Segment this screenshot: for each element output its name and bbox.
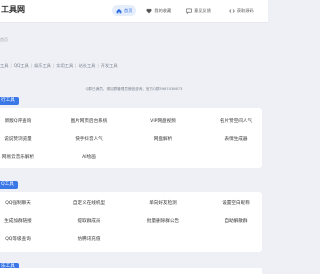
tool-item[interactable]: VIP网盘视频 (150, 118, 176, 124)
tool-panel-fun (0, 268, 262, 274)
tool-item[interactable]: 单向好友检测 (149, 200, 177, 206)
category-separator: | (52, 63, 55, 68)
tool-item[interactable]: 名片赞空间人气 (220, 118, 252, 124)
tool-panel-popular: 新版Q评查询 图片网页后台系统 VIP网盘视频 名片赞空间人气 说说赞浏览量 快… (0, 108, 262, 168)
tool-item[interactable]: 网盘解析 (154, 136, 172, 142)
tool-item[interactable]: 快手抖音人气 (75, 136, 103, 142)
tool-item[interactable]: 仿腾讯充值 (78, 236, 101, 242)
site-brand[interactable]: 工具网 (1, 4, 25, 15)
nav-feedback[interactable]: 意见反馈 (182, 5, 215, 16)
tool-item[interactable]: 图片网页后台系统 (71, 118, 108, 124)
announcement: Q群已满员，请加群管理员微信咨询，官方Q群5987436673 (85, 87, 183, 91)
heart-icon (146, 8, 152, 13)
main-nav: 首页 我的收藏 意见反馈 获取源码 (112, 5, 258, 16)
nav-source-label: 获取源码 (236, 7, 254, 13)
tool-item[interactable]: 生成加群链接 (4, 218, 32, 224)
category-separator: | (10, 63, 12, 68)
code-icon (229, 8, 235, 13)
section-title-popular: 行工具 (0, 97, 19, 105)
category-dev-tools[interactable]: 开发工具 (101, 63, 118, 69)
category-fun-tools[interactable]: 娱乐工具 (34, 63, 51, 69)
tool-item[interactable]: 设置空白昵称 (222, 200, 250, 206)
breadcrumb: 首页 (0, 37, 8, 42)
nav-home[interactable]: 首页 (112, 5, 137, 16)
category-qq-tools[interactable]: QQ工具 (14, 63, 29, 69)
tool-item[interactable]: 表情生成器 (225, 136, 248, 142)
home-icon (116, 8, 122, 13)
nav-favorites[interactable]: 我的收藏 (142, 5, 175, 16)
tool-item[interactable]: 新版Q评查询 (5, 118, 32, 124)
category-webmaster-tools[interactable]: 站长工具 (79, 63, 96, 69)
top-bar: 工具网 首页 我的收藏 意见反馈 获取源码 (0, 0, 268, 23)
tool-item[interactable]: 批量删除群公告 (147, 218, 179, 224)
tool-item[interactable]: 提取群成员 (78, 218, 101, 224)
nav-feedback-label: 意见反馈 (194, 7, 211, 13)
category-tools[interactable]: 工具 (0, 63, 8, 69)
tool-item[interactable]: 说说赞浏览量 (4, 136, 32, 142)
category-utility-tools[interactable]: 实用工具 (56, 63, 73, 69)
tool-item[interactable]: AI绘画 (82, 154, 96, 160)
nav-source[interactable]: 获取源码 (225, 5, 258, 16)
nav-favorites-label: 我的收藏 (154, 7, 172, 13)
tool-panel-qq: QQ强制聊天 自定义在线机型 单向好友检测 设置空白昵称 生成加群链接 提取群成… (0, 192, 262, 252)
category-separator: | (97, 63, 99, 68)
category-separator: | (30, 63, 33, 68)
tool-item[interactable]: QQ等级查询 (5, 236, 31, 242)
tool-item[interactable]: QQ强制聊天 (5, 200, 31, 206)
nav-home-label: 首页 (124, 7, 133, 13)
tool-item[interactable]: 网易云音乐解析 (2, 154, 34, 160)
tool-item[interactable]: 自定义在线机型 (73, 200, 105, 206)
feedback-icon (186, 8, 192, 14)
category-separator: | (75, 63, 77, 68)
tool-item[interactable]: 自助解散群 (225, 218, 248, 224)
section-title-qq: Q工具 (0, 181, 18, 189)
category-nav: 工具 | QQ工具 | 娱乐工具 | 实用工具 | 站长工具 | 开发工具 (0, 63, 118, 69)
